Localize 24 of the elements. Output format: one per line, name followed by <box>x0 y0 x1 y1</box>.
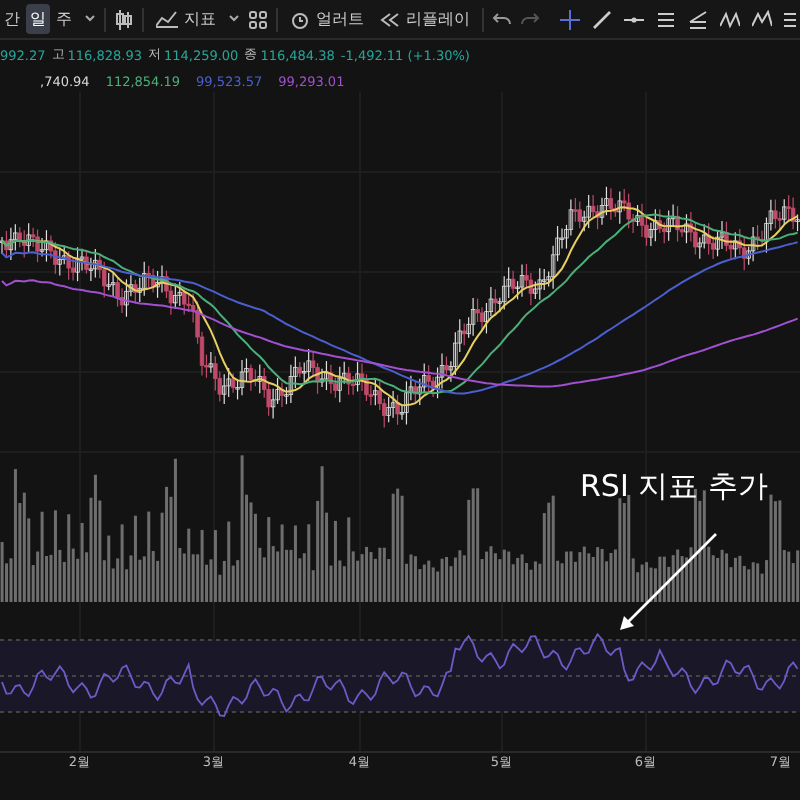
grid-icon[interactable] <box>248 9 268 29</box>
zigzag-icon[interactable] <box>720 9 740 29</box>
annotation-text: RSI 지표 추가 <box>580 468 768 506</box>
caret-icon[interactable] <box>228 14 240 24</box>
indicators-button[interactable]: 지표 <box>152 8 220 30</box>
interval-tab[interactable]: 주 <box>52 4 76 34</box>
line-chart-icon <box>156 10 178 28</box>
replay-button[interactable]: 리플레이 <box>376 8 474 30</box>
undo-icon[interactable] <box>492 11 512 27</box>
rewind-icon <box>380 11 400 27</box>
annotation-arrow <box>620 533 717 630</box>
crosshair-icon[interactable] <box>560 9 580 29</box>
candlestick-icon[interactable] <box>114 9 134 29</box>
wave-icon[interactable] <box>752 9 772 29</box>
text-lines-icon[interactable] <box>784 9 796 29</box>
alert-button[interactable]: 얼러트 <box>286 8 368 30</box>
interval-tab[interactable]: 일 <box>26 4 50 34</box>
redo-icon[interactable] <box>520 11 540 27</box>
caret-icon[interactable] <box>84 14 96 24</box>
trend-line-icon[interactable] <box>592 9 612 29</box>
interval-tab[interactable]: 간 <box>0 4 24 34</box>
clock-icon <box>290 9 310 29</box>
pitchfork-icon[interactable] <box>688 9 708 29</box>
parallel-lines-icon[interactable] <box>656 9 676 29</box>
